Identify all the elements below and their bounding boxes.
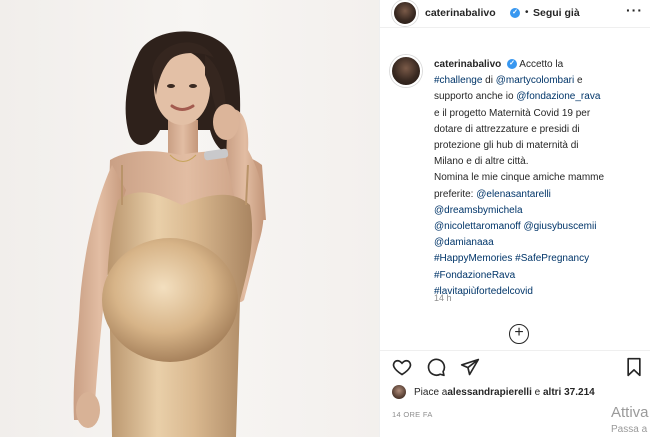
verified-icon: ✓	[507, 59, 518, 70]
mention-link[interactable]: @martycolombari	[496, 75, 575, 86]
bookmark-icon[interactable]	[624, 357, 644, 377]
mention-link[interactable]: @elenasantarelli	[476, 189, 551, 200]
hashtag-link[interactable]: #HappyMemories	[434, 253, 512, 264]
caption-text: Nomina le mie cinque amiche mamme	[434, 172, 605, 184]
post-photo[interactable]	[0, 0, 379, 437]
caption-timestamp: 14 h	[434, 293, 452, 303]
likes-middle: e	[531, 386, 543, 398]
caption-text: Accetto la	[517, 59, 564, 70]
likes-count[interactable]: altri 37.214	[543, 387, 595, 398]
caption-line: supporto anche io @fondazione_rava	[434, 89, 646, 105]
hashtag-link[interactable]: #FondazioneRava	[434, 270, 515, 281]
verified-icon: ✓	[510, 8, 520, 18]
activation-watermark-subtitle: Passa a Im	[611, 424, 650, 435]
post-header: caterinabalivo ✓ • Segui già ···	[380, 0, 650, 28]
caption-text	[501, 59, 504, 70]
caption-line: e il progetto Maternità Covid 19 per	[434, 106, 646, 122]
post-caption: caterinabalivo ✓ Accetto la #challenge di…	[434, 57, 646, 300]
caption-text: Milano e di altre città.	[434, 156, 529, 168]
following-button[interactable]: Segui già	[533, 7, 580, 19]
author-username[interactable]: caterinabalivo	[425, 7, 496, 19]
author-avatar[interactable]	[392, 0, 418, 26]
likes-summary: Piace a alessandrapierelli e altri 37.21…	[392, 384, 595, 400]
caption-line: Nomina le mie cinque amiche mamme	[434, 170, 646, 186]
mention-link[interactable]: @giusybuscemii	[523, 221, 596, 232]
caption-line: preferite: @elenasantarelli	[434, 187, 646, 203]
caption-line: #FondazioneRava	[434, 268, 646, 284]
likes-prefix: Piace a	[414, 386, 448, 398]
woman-photo-illustration	[73, 31, 266, 437]
separator-dot: •	[525, 7, 529, 18]
action-bar	[380, 350, 650, 380]
caption-text: e il progetto Maternità Covid 19 per	[434, 107, 591, 119]
caption-text: supporto anche io	[434, 91, 517, 103]
mention-link[interactable]: @nicolettaromanoff	[434, 221, 521, 232]
caption-author-avatar[interactable]	[390, 55, 422, 87]
activation-watermark-title: Attiva	[611, 404, 649, 421]
caption-text: protezione gli hub di maternità di	[434, 140, 579, 152]
caption-line: caterinabalivo ✓ Accetto la	[434, 57, 646, 73]
caption-text: e	[574, 75, 583, 87]
caption-username[interactable]: caterinabalivo	[434, 59, 501, 70]
caption-line: protezione gli hub di maternità di	[434, 138, 646, 154]
caption-text: dotare di attrezzature e presidi di	[434, 123, 580, 135]
caption-text: di	[482, 75, 496, 87]
caption-line: #lavitapiùfortedelcovid	[434, 284, 646, 300]
post-date: 14 ORE FA	[392, 410, 433, 419]
liker-username[interactable]: alessandrapierelli	[447, 387, 532, 398]
mention-link[interactable]: @dreamsbymichela	[434, 205, 523, 216]
more-icon[interactable]: ···	[626, 2, 643, 18]
post-side-panel: caterinabalivo ✓ • Segui già ··· caterin…	[379, 0, 650, 437]
caption-line: #HappyMemories #SafePregnancy	[434, 251, 646, 267]
caption-line: dotare di attrezzature e presidi di	[434, 122, 646, 138]
hashtag-link[interactable]: #challenge	[434, 75, 482, 86]
caption-line: @nicolettaromanoff @giusybuscemii	[434, 219, 646, 235]
hashtag-link[interactable]: #SafePregnancy	[515, 253, 589, 264]
load-more-comments-icon[interactable]: +	[509, 324, 529, 344]
caption-line: @dreamsbymichela	[434, 203, 646, 219]
mention-link[interactable]: @damianaaa	[434, 237, 494, 248]
comment-icon[interactable]	[426, 357, 446, 377]
caption-text: preferite:	[434, 188, 477, 200]
caption-line: Milano e di altre città.	[434, 154, 646, 170]
mention-link[interactable]: @fondazione_rava	[516, 91, 600, 102]
caption-line: #challenge di @martycolombari e	[434, 73, 646, 89]
caption-line: @damianaaa	[434, 235, 646, 251]
liker-avatar[interactable]	[392, 385, 406, 399]
share-icon[interactable]	[460, 357, 480, 377]
heart-icon[interactable]	[392, 357, 412, 377]
